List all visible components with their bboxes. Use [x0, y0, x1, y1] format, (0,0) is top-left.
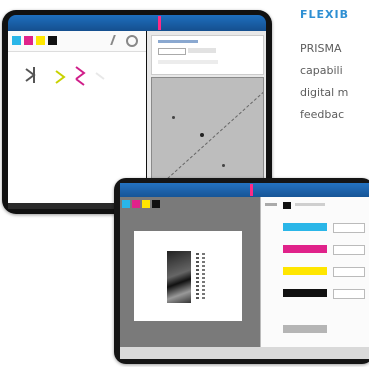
black-plate-mark — [25, 67, 36, 83]
body-line: digital m — [300, 86, 349, 99]
magenta-swatch-icon[interactable] — [24, 36, 33, 45]
body-line: capabili — [300, 64, 343, 77]
document-page[interactable] — [134, 231, 242, 321]
gear-icon[interactable] — [126, 35, 138, 47]
gray-ink-bar — [283, 325, 327, 333]
status-bar — [120, 347, 369, 359]
black-swatch-icon[interactable] — [48, 36, 57, 45]
separation-marks — [25, 66, 105, 86]
ink-panel — [260, 197, 369, 347]
document-view — [120, 197, 260, 347]
light-plate-mark — [95, 72, 105, 80]
window-titlebar — [8, 15, 266, 31]
magenta-input[interactable] — [333, 245, 365, 255]
tablet-screen-2 — [114, 178, 369, 364]
black-input[interactable] — [333, 289, 365, 299]
black-swatch-icon[interactable] — [152, 200, 160, 208]
black-ink-bar — [283, 289, 327, 297]
magenta-plate-mark — [75, 66, 86, 86]
window-titlebar — [120, 183, 369, 197]
accent-marker — [250, 184, 253, 196]
cyan-swatch-icon[interactable] — [12, 36, 21, 45]
yellow-swatch-icon[interactable] — [142, 200, 150, 208]
page-image — [167, 251, 191, 303]
body-text: PRISMA capabili digital m feedbac — [300, 38, 369, 126]
magenta-ink-bar — [283, 245, 327, 253]
accent-marker — [158, 16, 161, 30]
yellow-plate-mark — [55, 70, 66, 84]
toolbar — [8, 31, 146, 52]
yellow-input[interactable] — [333, 267, 365, 277]
yellow-ink-bar — [283, 267, 327, 275]
body-line: feedbac — [300, 108, 345, 121]
cyan-input[interactable] — [333, 223, 365, 233]
pencil-icon[interactable] — [110, 35, 124, 45]
black-swatch-icon — [283, 202, 291, 209]
magenta-swatch-icon[interactable] — [132, 200, 140, 208]
yellow-swatch-icon[interactable] — [36, 36, 45, 45]
heading: FLEXIB — [300, 8, 349, 21]
body-line: PRISMA — [300, 42, 342, 55]
cyan-ink-bar — [283, 223, 327, 231]
cyan-swatch-icon[interactable] — [122, 200, 130, 208]
settings-panel — [151, 35, 264, 75]
